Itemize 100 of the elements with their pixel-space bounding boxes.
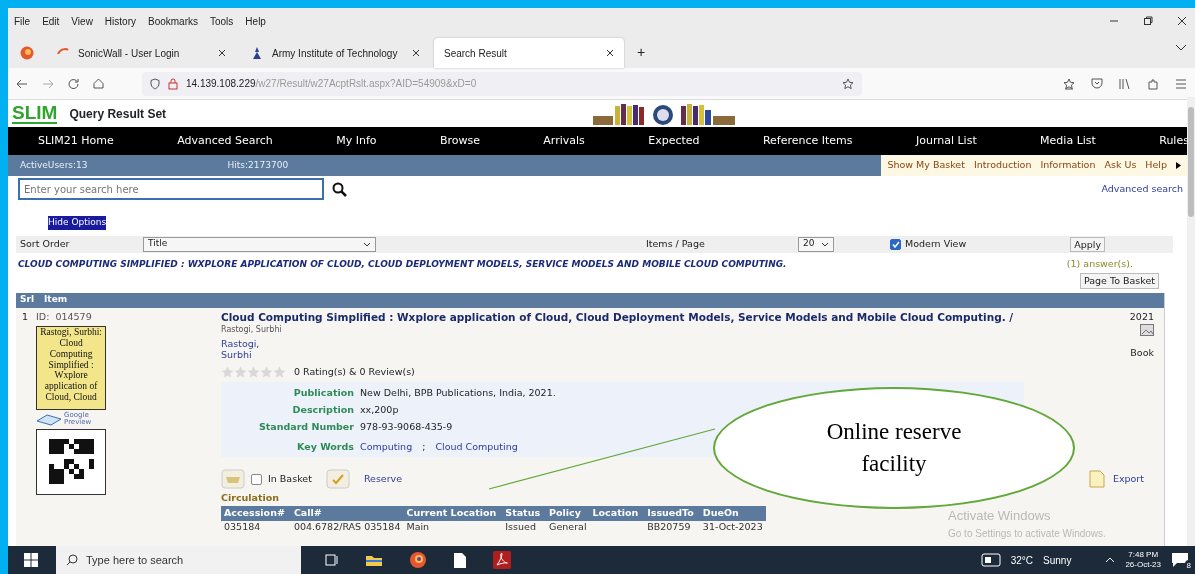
item-title[interactable]: Cloud Computing Simplified : Wxplore application of Cloud, Cloud Deployment Models, Service Models and Mobile Cloud Computing. / [221, 309, 1084, 326]
task-view-icon[interactable] [325, 554, 339, 566]
header-link[interactable]: Introduction [973, 158, 1032, 173]
header-link[interactable]: Show My Basket [887, 158, 965, 173]
browser-logo-icon [20, 46, 34, 60]
detail-label: Key Words [296, 439, 354, 454]
menu-item[interactable]: Edit [42, 13, 60, 29]
page-title: Query Result Set [69, 105, 167, 123]
table-cell: Main [403, 520, 503, 532]
star-icon[interactable] [273, 366, 286, 379]
pocket-icon[interactable] [1091, 78, 1103, 89]
table-cell: Issued [502, 520, 547, 532]
notification-icon[interactable] [1171, 552, 1189, 569]
close-tab-icon[interactable] [218, 49, 226, 57]
extensions-icon[interactable] [1147, 77, 1159, 90]
browser-tab[interactable]: SonicWall - User Login [46, 38, 236, 68]
chevron-down-icon[interactable] [1175, 44, 1187, 52]
menu-item[interactable]: History [104, 13, 136, 29]
advanced-search-link[interactable]: Advanced search [1101, 181, 1183, 197]
weather-text[interactable]: Sunny [1043, 552, 1072, 568]
pdf-icon[interactable] [493, 551, 511, 569]
windows-start-icon[interactable] [24, 553, 38, 567]
checkmark-icon[interactable] [325, 469, 350, 490]
nav-link[interactable]: Arrivals [543, 132, 585, 150]
nav-link[interactable]: Expected [648, 132, 700, 150]
detail-value: xx,200p [360, 402, 399, 417]
clock-date[interactable]: 26-Oct-23 [1125, 560, 1161, 571]
document-icon[interactable] [453, 551, 467, 569]
close-tab-icon[interactable] [412, 49, 420, 57]
header-link[interactable]: Help [1145, 158, 1167, 173]
chevron-up-icon[interactable] [1105, 557, 1116, 563]
close-tab-icon[interactable] [606, 49, 614, 57]
header-link[interactable]: Information [1040, 158, 1096, 173]
nav-link[interactable]: Reference Items [762, 132, 853, 150]
export-link[interactable]: Export [1112, 472, 1144, 487]
star-icon[interactable] [247, 366, 260, 379]
folder-icon[interactable] [365, 553, 383, 567]
nav-link[interactable]: My Info [336, 132, 377, 150]
item-id: ID: 014579 [36, 309, 93, 324]
table-cell: General [546, 520, 590, 532]
author-link[interactable]: Rastogi, [221, 339, 1084, 351]
checkbox[interactable] [890, 238, 901, 250]
header-link[interactable]: Ask Us [1104, 158, 1137, 173]
sort-order-dropdown[interactable]: Title [143, 236, 376, 252]
menu-item[interactable]: View [71, 13, 93, 29]
hide-options-link[interactable]: Hide Options [48, 216, 107, 230]
table-cell: 035184 [221, 520, 291, 532]
browser-icon[interactable] [409, 551, 427, 569]
nav-link[interactable]: Media List [1040, 132, 1096, 150]
menu-item[interactable]: Help [245, 13, 266, 29]
column-header: Policy [546, 505, 590, 521]
menu-item[interactable]: File [14, 13, 31, 29]
column-header: Item [44, 293, 68, 307]
items-per-page-dropdown[interactable]: 20 [798, 236, 834, 252]
browser-tab[interactable]: Search Result [434, 38, 624, 68]
menu-item[interactable]: Tools [210, 13, 234, 29]
page-to-basket-button[interactable]: Page To Basket [1079, 272, 1159, 289]
nav-link[interactable]: Journal List [915, 132, 977, 150]
nav-link[interactable]: Browse [439, 132, 480, 150]
nav-link[interactable]: SLIM21 Home [38, 132, 114, 150]
restore-icon[interactable] [1143, 16, 1153, 26]
year-text: 2021 [1129, 309, 1154, 324]
apply-button[interactable]: Apply [1070, 236, 1106, 252]
scrollbar[interactable] [1187, 97, 1195, 546]
clock-time[interactable]: 7:48 PM [1125, 549, 1161, 560]
column-header: DueOn [699, 505, 766, 521]
keyword-link[interactable]: Cloud Computing [435, 439, 518, 454]
checkbox[interactable] [251, 473, 262, 485]
detail-label: Description [291, 402, 354, 417]
chevron-down-icon [821, 241, 829, 247]
taskbar-search-field[interactable]: Type here to search [56, 546, 301, 574]
star-icon[interactable] [260, 366, 273, 379]
nav-link[interactable]: Advanced Search [177, 132, 273, 150]
bookmark-star-icon[interactable] [1063, 77, 1075, 90]
serial-number: 1 [22, 309, 29, 324]
reload-icon[interactable] [68, 78, 79, 89]
weather-icon[interactable] [980, 553, 1001, 567]
search-icon[interactable] [332, 181, 347, 197]
chevron-down-icon [363, 241, 371, 247]
back-icon[interactable] [16, 78, 28, 89]
search-field[interactable]: Enter your search here [18, 178, 324, 200]
book-cover[interactable]: Rastogi, Surbhi: Cloud Computing Simplified : Wxplore application of Cloud, Cloud [36, 325, 107, 410]
temperature-text[interactable]: 32°C [1010, 552, 1034, 568]
star-icon[interactable] [234, 366, 247, 379]
new-tab-button[interactable]: + [628, 41, 655, 64]
star-icon[interactable] [221, 366, 234, 379]
star-icon[interactable] [842, 77, 854, 90]
library-icon[interactable] [1119, 78, 1131, 89]
close-icon[interactable] [1177, 16, 1187, 26]
detail-label: Standard Number [257, 419, 354, 434]
reserve-link[interactable]: Reserve [363, 472, 403, 487]
items-per-page-label: Items / Page [646, 236, 706, 251]
keyword-link[interactable]: Computing [360, 439, 413, 454]
detail-value: New Delhi, BPB Publications, India, 2021. [360, 385, 556, 400]
browser-tab[interactable]: Army Institute of Technology [240, 38, 430, 68]
tab-favicon-icon [250, 46, 264, 60]
column-header: Accession# [221, 505, 291, 521]
menu-item[interactable]: Bookmarks [148, 13, 198, 29]
author-link[interactable]: Surbhi [221, 350, 1084, 362]
home-icon[interactable] [93, 78, 104, 89]
